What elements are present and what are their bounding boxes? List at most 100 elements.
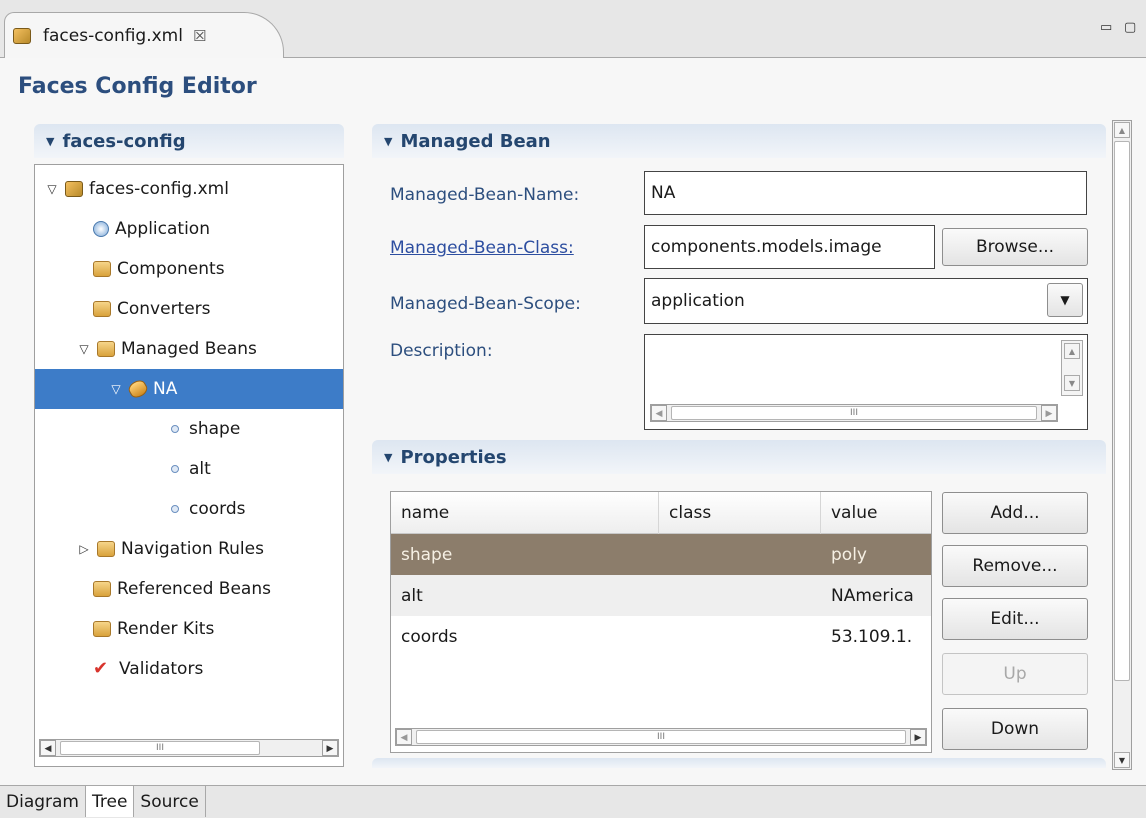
minimize-icon[interactable]: ▭ <box>1100 20 1112 35</box>
description-label: Description: <box>390 341 493 361</box>
tree-section-header[interactable]: ▼ faces-config <box>34 124 344 158</box>
chevron-down-icon[interactable]: ▼ <box>1047 283 1083 317</box>
scroll-right-icon[interactable]: ▶ <box>322 740 338 756</box>
scroll-down-icon[interactable]: ▼ <box>1114 752 1130 768</box>
table-row[interactable]: alt NAmerica <box>391 575 931 616</box>
editor-body: Faces Config Editor ▼ faces-config ▽ fac… <box>0 58 1146 785</box>
scroll-down-icon[interactable]: ▼ <box>1064 375 1080 391</box>
cell-value: 53.109.1. <box>831 626 913 647</box>
folder-icon <box>97 341 115 357</box>
editor-tab-label: faces-config.xml <box>43 26 183 46</box>
properties-section-title: Properties <box>400 446 507 468</box>
maximize-icon[interactable]: ▢ <box>1124 20 1136 35</box>
managed-bean-scope-label: Managed-Bean-Scope: <box>390 294 581 314</box>
tree-item-label: NA <box>153 379 178 399</box>
tree-item-alt[interactable]: alt <box>35 449 343 489</box>
tree-item-components[interactable]: Components <box>35 249 343 289</box>
editor-vertical-scrollbar[interactable]: ▲ ▼ <box>1112 120 1132 770</box>
tree-item-converters[interactable]: Converters <box>35 289 343 329</box>
tree-item-render-kits[interactable]: Render Kits <box>35 609 343 649</box>
description-vertical-scrollbar[interactable]: ▲ ▼ <box>1061 340 1083 396</box>
scrollbar-thumb[interactable]: III <box>416 730 906 744</box>
scroll-up-icon[interactable]: ▲ <box>1114 122 1130 138</box>
expand-toggle-icon[interactable]: ▷ <box>75 542 93 556</box>
scroll-right-icon[interactable]: ▶ <box>910 729 926 745</box>
collapse-icon[interactable]: ▼ <box>384 451 392 464</box>
managed-bean-scope-select[interactable]: application ▼ <box>644 278 1088 324</box>
scroll-left-icon[interactable]: ◀ <box>396 729 412 745</box>
expand-toggle-icon[interactable]: ▽ <box>43 182 61 196</box>
tab-diagram[interactable]: Diagram <box>0 786 86 817</box>
column-header-value[interactable]: value <box>821 492 931 534</box>
up-button-label: Up <box>1003 664 1027 684</box>
add-property-button[interactable]: Add... <box>942 492 1088 534</box>
column-header-class[interactable]: class <box>659 492 821 534</box>
expand-toggle-icon[interactable]: ▽ <box>75 342 93 356</box>
tab-source[interactable]: Source <box>134 786 206 817</box>
editor-tab-strip: faces-config.xml ☒ ▭ ▢ <box>0 0 1146 59</box>
folder-icon <box>97 541 115 557</box>
managed-bean-section-header[interactable]: ▼ Managed Bean <box>372 124 1106 158</box>
properties-table[interactable]: name class value shape poly alt NAmerica… <box>390 491 932 753</box>
tree-item-validators[interactable]: ✔ Validators <box>35 649 343 689</box>
managed-bean-name-field[interactable]: NA <box>644 171 1087 215</box>
xml-file-icon <box>65 181 83 197</box>
cell-class <box>659 616 821 657</box>
folder-icon <box>93 621 111 637</box>
tree-item-label: shape <box>189 419 241 439</box>
table-row[interactable]: coords 53.109.1. <box>391 616 931 657</box>
cell-class <box>659 575 821 616</box>
tree-item-label: Components <box>117 259 225 279</box>
scroll-up-icon[interactable]: ▲ <box>1064 343 1080 359</box>
remove-property-button[interactable]: Remove... <box>942 545 1088 587</box>
cell-name: alt <box>401 585 423 606</box>
tab-tree[interactable]: Tree <box>86 786 135 817</box>
scrollbar-thumb[interactable]: III <box>671 406 1037 420</box>
scroll-right-icon[interactable]: ▶ <box>1041 405 1057 421</box>
browse-button[interactable]: Browse... <box>942 228 1088 266</box>
config-tree[interactable]: ▽ faces-config.xml Application Component… <box>34 164 344 767</box>
tree-horizontal-scrollbar[interactable]: ◀ III ▶ <box>39 739 339 757</box>
collapse-icon[interactable]: ▼ <box>46 135 54 148</box>
editor-tab-faces-config[interactable]: faces-config.xml ☒ <box>4 12 284 59</box>
close-icon[interactable]: ☒ <box>193 27 206 45</box>
tree-item-navigation-rules[interactable]: ▷ Navigation Rules <box>35 529 343 569</box>
cell-value: NAmerica <box>831 585 914 606</box>
tree-item-shape[interactable]: shape <box>35 409 343 449</box>
tree-item-na[interactable]: ▽ NA <box>35 369 343 409</box>
tree-item-root[interactable]: ▽ faces-config.xml <box>35 169 343 209</box>
column-header-name[interactable]: name <box>391 492 659 534</box>
managed-bean-name-label: Managed-Bean-Name: <box>390 185 580 205</box>
properties-section-header[interactable]: ▼ Properties <box>372 440 1106 474</box>
table-header: name class value <box>391 492 931 534</box>
move-down-button[interactable]: Down <box>942 708 1088 750</box>
cell-value: poly <box>831 544 867 565</box>
expand-toggle-icon[interactable]: ▽ <box>107 382 125 396</box>
editor-page-tabs: Diagram Tree Source <box>0 785 1146 818</box>
bean-icon <box>126 377 150 401</box>
scroll-left-icon[interactable]: ◀ <box>40 740 56 756</box>
managed-bean-class-link[interactable]: Managed-Bean-Class: <box>390 238 574 258</box>
scrollbar-thumb[interactable]: III <box>60 741 260 755</box>
down-button-label: Down <box>990 719 1040 739</box>
tree-item-label: Navigation Rules <box>121 539 264 559</box>
browse-button-label: Browse... <box>975 237 1055 257</box>
description-horizontal-scrollbar[interactable]: ◀ III ▶ <box>650 404 1058 422</box>
tree-item-managed-beans[interactable]: ▽ Managed Beans <box>35 329 343 369</box>
edit-property-button[interactable]: Edit... <box>942 598 1088 640</box>
folder-icon <box>93 301 111 317</box>
move-up-button[interactable]: Up <box>942 653 1088 695</box>
table-row[interactable]: shape poly <box>391 534 931 575</box>
tree-item-application[interactable]: Application <box>35 209 343 249</box>
cell-name: shape <box>401 544 453 565</box>
scrollbar-thumb[interactable] <box>1114 141 1130 681</box>
tree-item-referenced-beans[interactable]: Referenced Beans <box>35 569 343 609</box>
tree-item-coords[interactable]: coords <box>35 489 343 529</box>
xml-file-icon <box>13 28 31 44</box>
collapse-icon[interactable]: ▼ <box>384 135 392 148</box>
scroll-left-icon[interactable]: ◀ <box>651 405 667 421</box>
application-icon <box>93 221 109 237</box>
table-horizontal-scrollbar[interactable]: ◀ III ▶ <box>395 728 927 746</box>
managed-bean-class-field[interactable]: components.models.image <box>644 225 935 269</box>
validator-icon: ✔ <box>93 658 109 679</box>
